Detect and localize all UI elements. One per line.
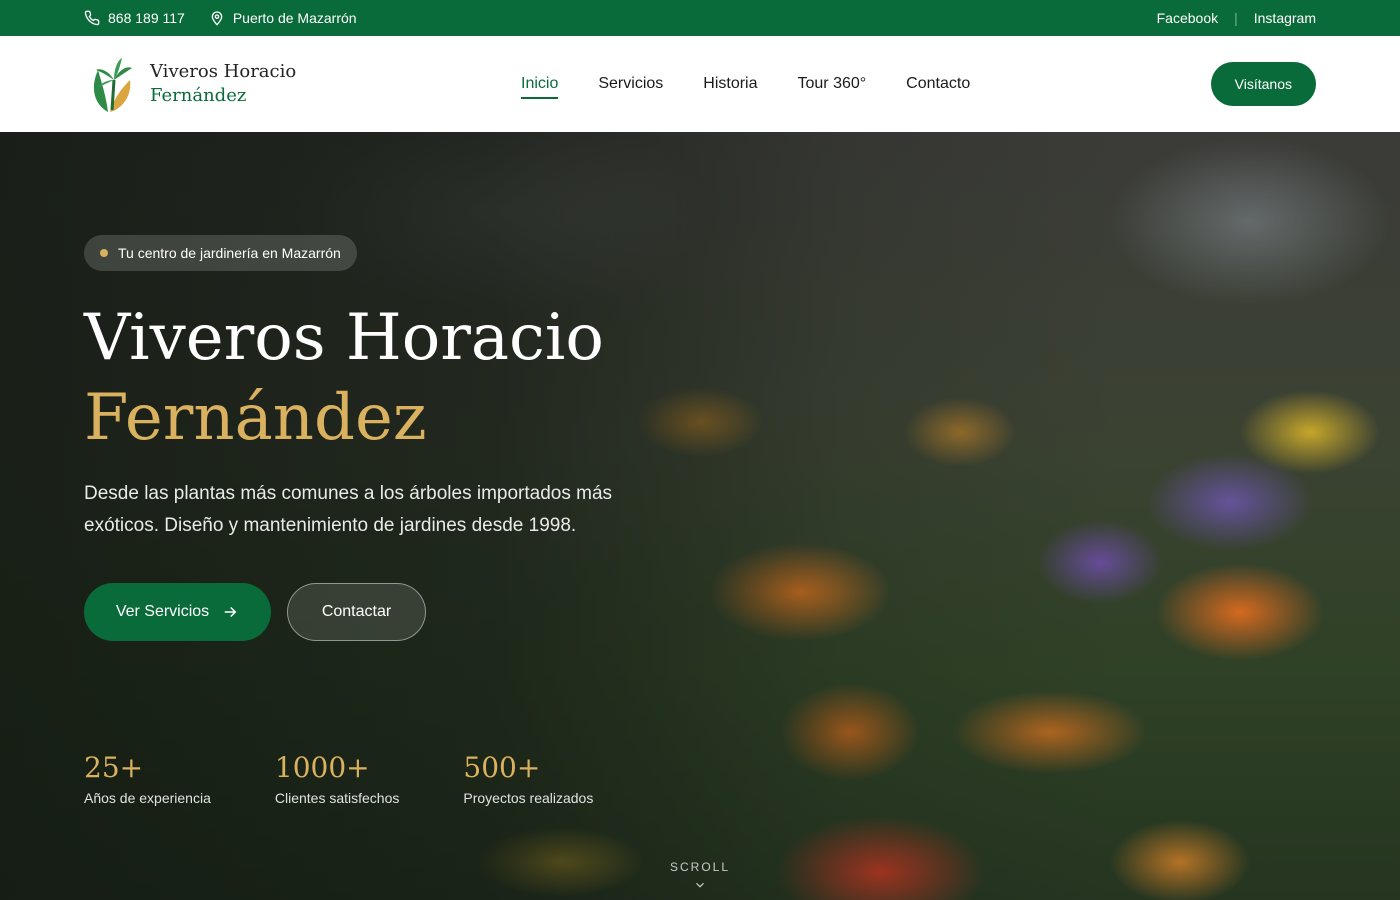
stat-label: Clientes satisfechos [274, 790, 400, 806]
hero-title-line1: Viveros Horacio [84, 301, 604, 375]
stat-clients: 1000+ Clientes satisfechos [275, 750, 400, 806]
stat-number: 500+ [463, 751, 541, 784]
stat-label: Años de experiencia [84, 790, 211, 806]
nav-item-inicio[interactable]: Inicio [521, 69, 559, 99]
visit-us-button[interactable]: Visítanos [1210, 62, 1316, 106]
instagram-link[interactable]: Instagram [1254, 10, 1316, 26]
hero-title: Viveros Horacio Fernández [84, 298, 604, 458]
stat-label: Proyectos realizados [463, 790, 594, 806]
stat-number: 25+ [84, 751, 144, 784]
logo-text-line2: Fernández [150, 85, 247, 106]
arrow-right-icon [224, 606, 237, 618]
hero-section: Tu centro de jardinería en Mazarrón Vive… [0, 132, 1400, 900]
logo-text-line1: Viveros Horacio [150, 61, 297, 82]
main-nav: Inicio Servicios Historia Tour 360° Cont… [521, 36, 970, 132]
chevron-down-icon [696, 882, 704, 888]
hero-subtitle: Desde las plantas más comunes a los árbo… [84, 483, 613, 536]
logo[interactable]: Viveros Horacio Fernández [88, 54, 296, 114]
facebook-link[interactable]: Facebook [1157, 10, 1218, 26]
stat-number: 1000+ [274, 751, 370, 784]
phone-link[interactable]: 868 189 117 [84, 10, 185, 26]
palm-leaf-logo-icon [93, 58, 132, 112]
hero-badge: Tu centro de jardinería en Mazarrón [84, 235, 357, 271]
site-header: Viveros Horacio Fernández Inicio Servici… [0, 36, 1400, 132]
nav-item-tour-360[interactable]: Tour 360° [798, 69, 867, 99]
badge-text: Tu centro de jardinería en Mazarrón [118, 245, 341, 261]
view-services-button[interactable]: Ver Servicios [84, 583, 271, 641]
top-bar: 868 189 117 Puerto de Mazarrón Facebook … [0, 0, 1400, 36]
view-services-label: Ver Servicios [115, 603, 210, 620]
social-separator: | [1234, 10, 1238, 26]
stat-experience: 25+ Años de experiencia [84, 750, 211, 806]
nav-item-contacto[interactable]: Contacto [906, 69, 970, 99]
badge-dot [100, 249, 108, 257]
map-pin-icon [211, 11, 223, 26]
nav-item-servicios[interactable]: Servicios [598, 69, 663, 99]
scroll-label: SCROLL [669, 860, 731, 874]
stats-row: 25+ Años de experiencia 1000+ Clientes s… [84, 750, 657, 806]
hero-title-line2: Fernández [84, 381, 427, 455]
phone-number: 868 189 117 [108, 10, 185, 26]
phone-icon [84, 10, 100, 26]
location-text: Puerto de Mazarrón [232, 10, 357, 26]
scroll-indicator[interactable]: SCROLL [650, 860, 750, 892]
stat-projects: 500+ Proyectos realizados [463, 750, 593, 806]
location-link[interactable]: Puerto de Mazarrón [209, 10, 357, 26]
contact-button[interactable]: Contactar [287, 583, 426, 641]
nav-item-historia[interactable]: Historia [703, 69, 757, 99]
